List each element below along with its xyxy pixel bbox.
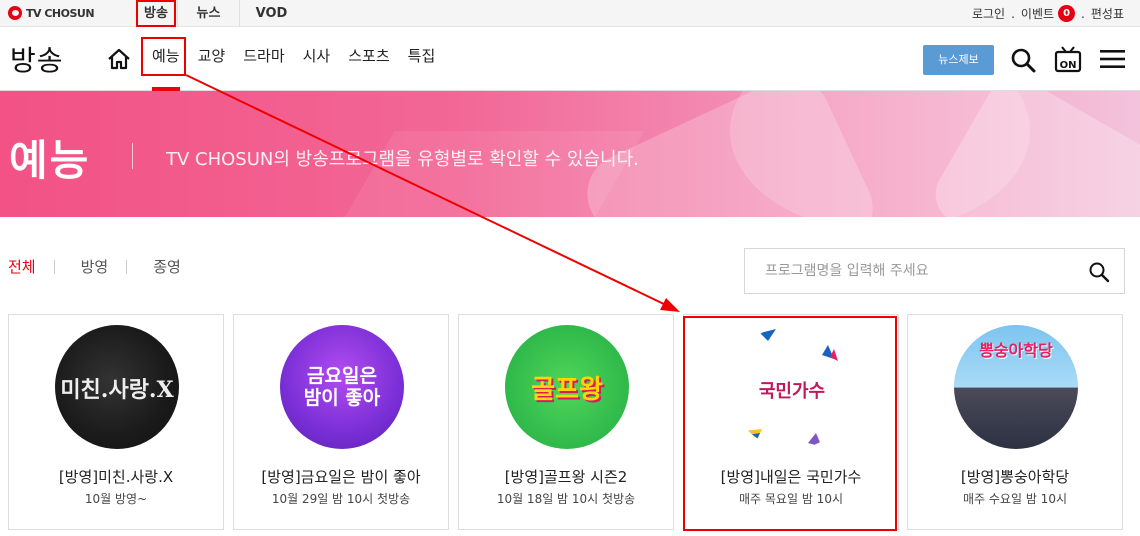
program-schedule: 10월 방영~	[84, 492, 148, 506]
program-schedule: 매주 수요일 밤 10시	[963, 492, 1067, 506]
program-thumbnail: 미친.사랑.X	[55, 325, 179, 449]
program-card[interactable]: 금요일은 밤이 좋아 [방영]금요일은 밤이 좋아 10월 29일 밤 10시 …	[233, 314, 449, 530]
thumbnail-logo-text: 금요일은 밤이 좋아	[303, 365, 381, 409]
tab-sports[interactable]: 스포츠	[340, 27, 397, 91]
event-count-badge: 0	[1058, 5, 1076, 22]
top-links: 로그인 . 이벤트 0 . 편성표	[972, 0, 1124, 27]
top-utility-bar: TV CHOSUN 방송 뉴스 VOD 로그인 . 이벤트 0 . 편성표	[0, 0, 1140, 27]
hamburger-menu-icon[interactable]	[1100, 49, 1125, 69]
tab-drama[interactable]: 드라마	[235, 27, 292, 91]
filter-divider	[126, 259, 128, 274]
tab-entertainment[interactable]: 예능	[144, 27, 188, 91]
login-link[interactable]: 로그인	[972, 5, 1005, 22]
thumbnail-logo-text: 국민가수	[758, 381, 826, 402]
thumbnail-logo-text: 골프왕	[531, 375, 603, 405]
program-search-input[interactable]	[745, 249, 1075, 293]
program-schedule: 10월 18일 밤 10시 첫방송	[496, 492, 636, 506]
program-title[interactable]: [방영]내일은 국민가수	[684, 466, 898, 487]
on-air-tv-icon[interactable]: ON	[1053, 44, 1083, 74]
program-title[interactable]: [방영]금요일은 밤이 좋아	[234, 466, 448, 487]
hero-subtitle: TV CHOSUN의 방송프로그램을 유형별로 확인할 수 있습니다.	[166, 149, 639, 170]
event-link[interactable]: 이벤트	[1021, 5, 1054, 22]
program-thumbnail: 금요일은 밤이 좋아	[280, 325, 404, 449]
filter-all[interactable]: 전체	[8, 256, 36, 277]
program-thumbnail: 뽕숭아학당	[954, 325, 1078, 449]
program-thumbnail: 국민가수	[730, 325, 854, 449]
link-separator: .	[1011, 6, 1015, 21]
top-nav: 방송 뉴스 VOD	[135, 0, 303, 27]
page-title: 방송	[10, 44, 64, 77]
category-nav: 예능 교양 드라마 시사 스포츠 특집	[144, 27, 445, 91]
link-separator: .	[1081, 6, 1085, 21]
tab-culture[interactable]: 교양	[190, 27, 234, 91]
program-schedule: 매주 목요일 밤 10시	[739, 492, 843, 506]
tv-chosun-logo-icon	[8, 6, 22, 20]
schedule-link[interactable]: 편성표	[1091, 5, 1124, 22]
home-icon[interactable]	[107, 47, 131, 71]
status-filters: 전체 방영 종영	[8, 256, 181, 277]
program-card[interactable]: 뽕숭아학당 [방영]뽕숭아학당 매주 수요일 밤 10시	[907, 314, 1123, 530]
filter-ended[interactable]: 종영	[153, 256, 181, 277]
hero-banner: 예능 TV CHOSUN의 방송프로그램을 유형별로 확인할 수 있습니다.	[0, 91, 1140, 217]
top-nav-broadcast[interactable]: 방송	[135, 0, 177, 27]
program-thumbnail: 골프왕	[505, 325, 629, 449]
program-card[interactable]: 국민가수 [방영]내일은 국민가수 매주 목요일 밤 10시	[683, 314, 899, 530]
top-nav-news[interactable]: 뉴스	[177, 0, 239, 27]
program-schedule: 10월 29일 밤 10시 첫방송	[271, 492, 411, 506]
hero-divider	[132, 143, 133, 169]
on-label: ON	[1060, 60, 1077, 71]
tab-current-affairs[interactable]: 시사	[295, 27, 339, 91]
thumbnail-logo-text: 미친.사랑.X	[60, 377, 174, 403]
program-card[interactable]: 미친.사랑.X [방영]미친.사랑.X 10월 방영~	[8, 314, 224, 530]
filter-airing[interactable]: 방영	[81, 256, 109, 277]
program-title[interactable]: [방영]골프왕 시즌2	[459, 466, 673, 487]
logo-text: TV CHOSUN	[26, 6, 95, 20]
program-search-box	[744, 248, 1125, 294]
news-tip-button[interactable]: 뉴스제보	[923, 45, 994, 75]
search-submit-icon[interactable]	[1088, 261, 1110, 283]
hero-title: 예능	[9, 136, 91, 185]
filter-divider	[53, 259, 55, 274]
tv-chosun-logo[interactable]: TV CHOSUN	[8, 6, 95, 20]
thumbnail-logo-text: 뽕숭아학당	[979, 341, 1053, 360]
program-card[interactable]: 골프왕 [방영]골프왕 시즌2 10월 18일 밤 10시 첫방송	[458, 314, 674, 530]
search-icon[interactable]	[1010, 47, 1036, 73]
tab-special[interactable]: 특집	[400, 27, 444, 91]
top-nav-vod[interactable]: VOD	[239, 0, 303, 27]
main-header: 방송 예능 교양 드라마 시사 스포츠 특집 뉴스제보 ON	[0, 27, 1140, 91]
program-title[interactable]: [방영]뽕숭아학당	[908, 466, 1122, 487]
program-title[interactable]: [방영]미친.사랑.X	[9, 466, 223, 487]
